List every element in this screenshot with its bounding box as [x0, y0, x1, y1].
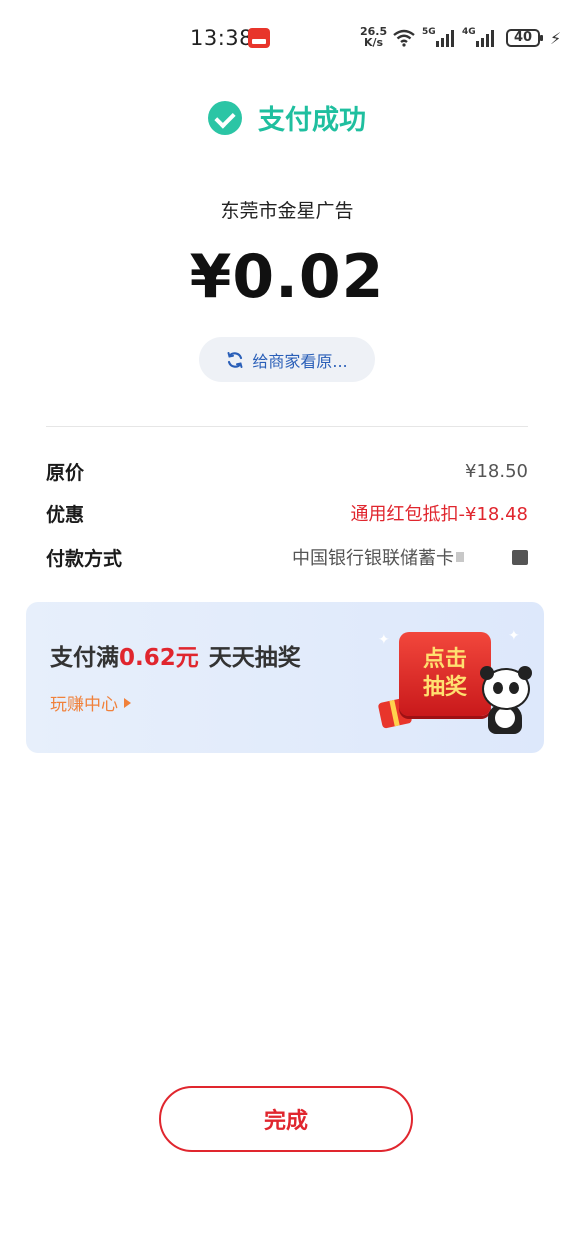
detail-value: ¥18.50 [465, 460, 528, 482]
refresh-icon [227, 351, 243, 368]
merchant-name: 东莞市金星广告 [220, 200, 354, 222]
detail-row-payment-method: 付款方式 中国银行银联储蓄卡 [46, 542, 528, 572]
panda-mascot-icon [478, 666, 532, 734]
play-earn-center-link[interactable]: 玩赚中心 [50, 690, 131, 715]
status-icons: 5G 4G 40 ⚡ [392, 26, 561, 50]
payment-method: 中国银行银联储蓄卡 [292, 544, 528, 570]
sparkle-icon: ✦ [378, 632, 390, 648]
lottery-promo-card[interactable]: 支付满0.62元 天天抽奖 玩赚中心 ✦ ✦ 点击 抽奖 [26, 602, 544, 753]
battery-level: 40 [513, 30, 533, 45]
success-header: 支付成功 [0, 98, 574, 137]
signal-tag-5g: 5G [422, 27, 436, 37]
promo-amount: 0.62元 [119, 645, 199, 671]
detail-label: 优惠 [46, 503, 85, 526]
signal-icon-4g: 4G [462, 27, 494, 47]
app-notification-icon [248, 28, 270, 48]
signal-tag-4g: 4G [462, 27, 476, 37]
net-speed-unit: K/s [364, 36, 384, 49]
sparkle-icon: ✦ [508, 628, 520, 644]
charging-icon: ⚡ [550, 28, 562, 48]
redaction-block [512, 549, 528, 565]
done-button[interactable]: 完成 [159, 1086, 413, 1152]
check-circle-icon [208, 100, 242, 135]
redaction-mark [456, 552, 464, 562]
show-merchant-button[interactable]: 给商家看原... [199, 337, 375, 382]
detail-label: 原价 [46, 461, 85, 484]
detail-row-discount: 优惠 通用红包抵扣-¥18.48 [46, 498, 528, 528]
detail-value: 中国银行银联储蓄卡 [292, 548, 454, 569]
status-time: 13:38 [190, 26, 254, 50]
play-earn-center-label: 玩赚中心 [50, 695, 118, 715]
net-speed: 26.5 K/s [360, 26, 387, 48]
promo-headline: 支付满0.62元 天天抽奖 [50, 638, 301, 672]
success-title: 支付成功 [258, 105, 366, 136]
divider [46, 426, 528, 427]
play-triangle-icon [124, 697, 131, 708]
click-draw-line2: 抽奖 [422, 675, 467, 700]
battery-icon: 40 [506, 29, 543, 47]
detail-value: 通用红包抵扣-¥18.48 [350, 504, 528, 525]
signal-icon-5g: 5G [422, 27, 454, 47]
show-merchant-label: 给商家看原... [252, 351, 348, 371]
detail-row-original-price: 原价 ¥18.50 [46, 456, 528, 486]
click-draw-line1: 点击 [422, 647, 467, 672]
wifi-icon [393, 29, 415, 47]
status-bar: 13:38 26.5 K/s 5G 4G 40 ⚡ [0, 0, 574, 76]
detail-label: 付款方式 [46, 547, 123, 570]
promo-prefix: 支付满 [50, 645, 119, 671]
payment-amount: ¥0.02 [189, 242, 385, 312]
promo-suffix: 天天抽奖 [208, 645, 301, 671]
